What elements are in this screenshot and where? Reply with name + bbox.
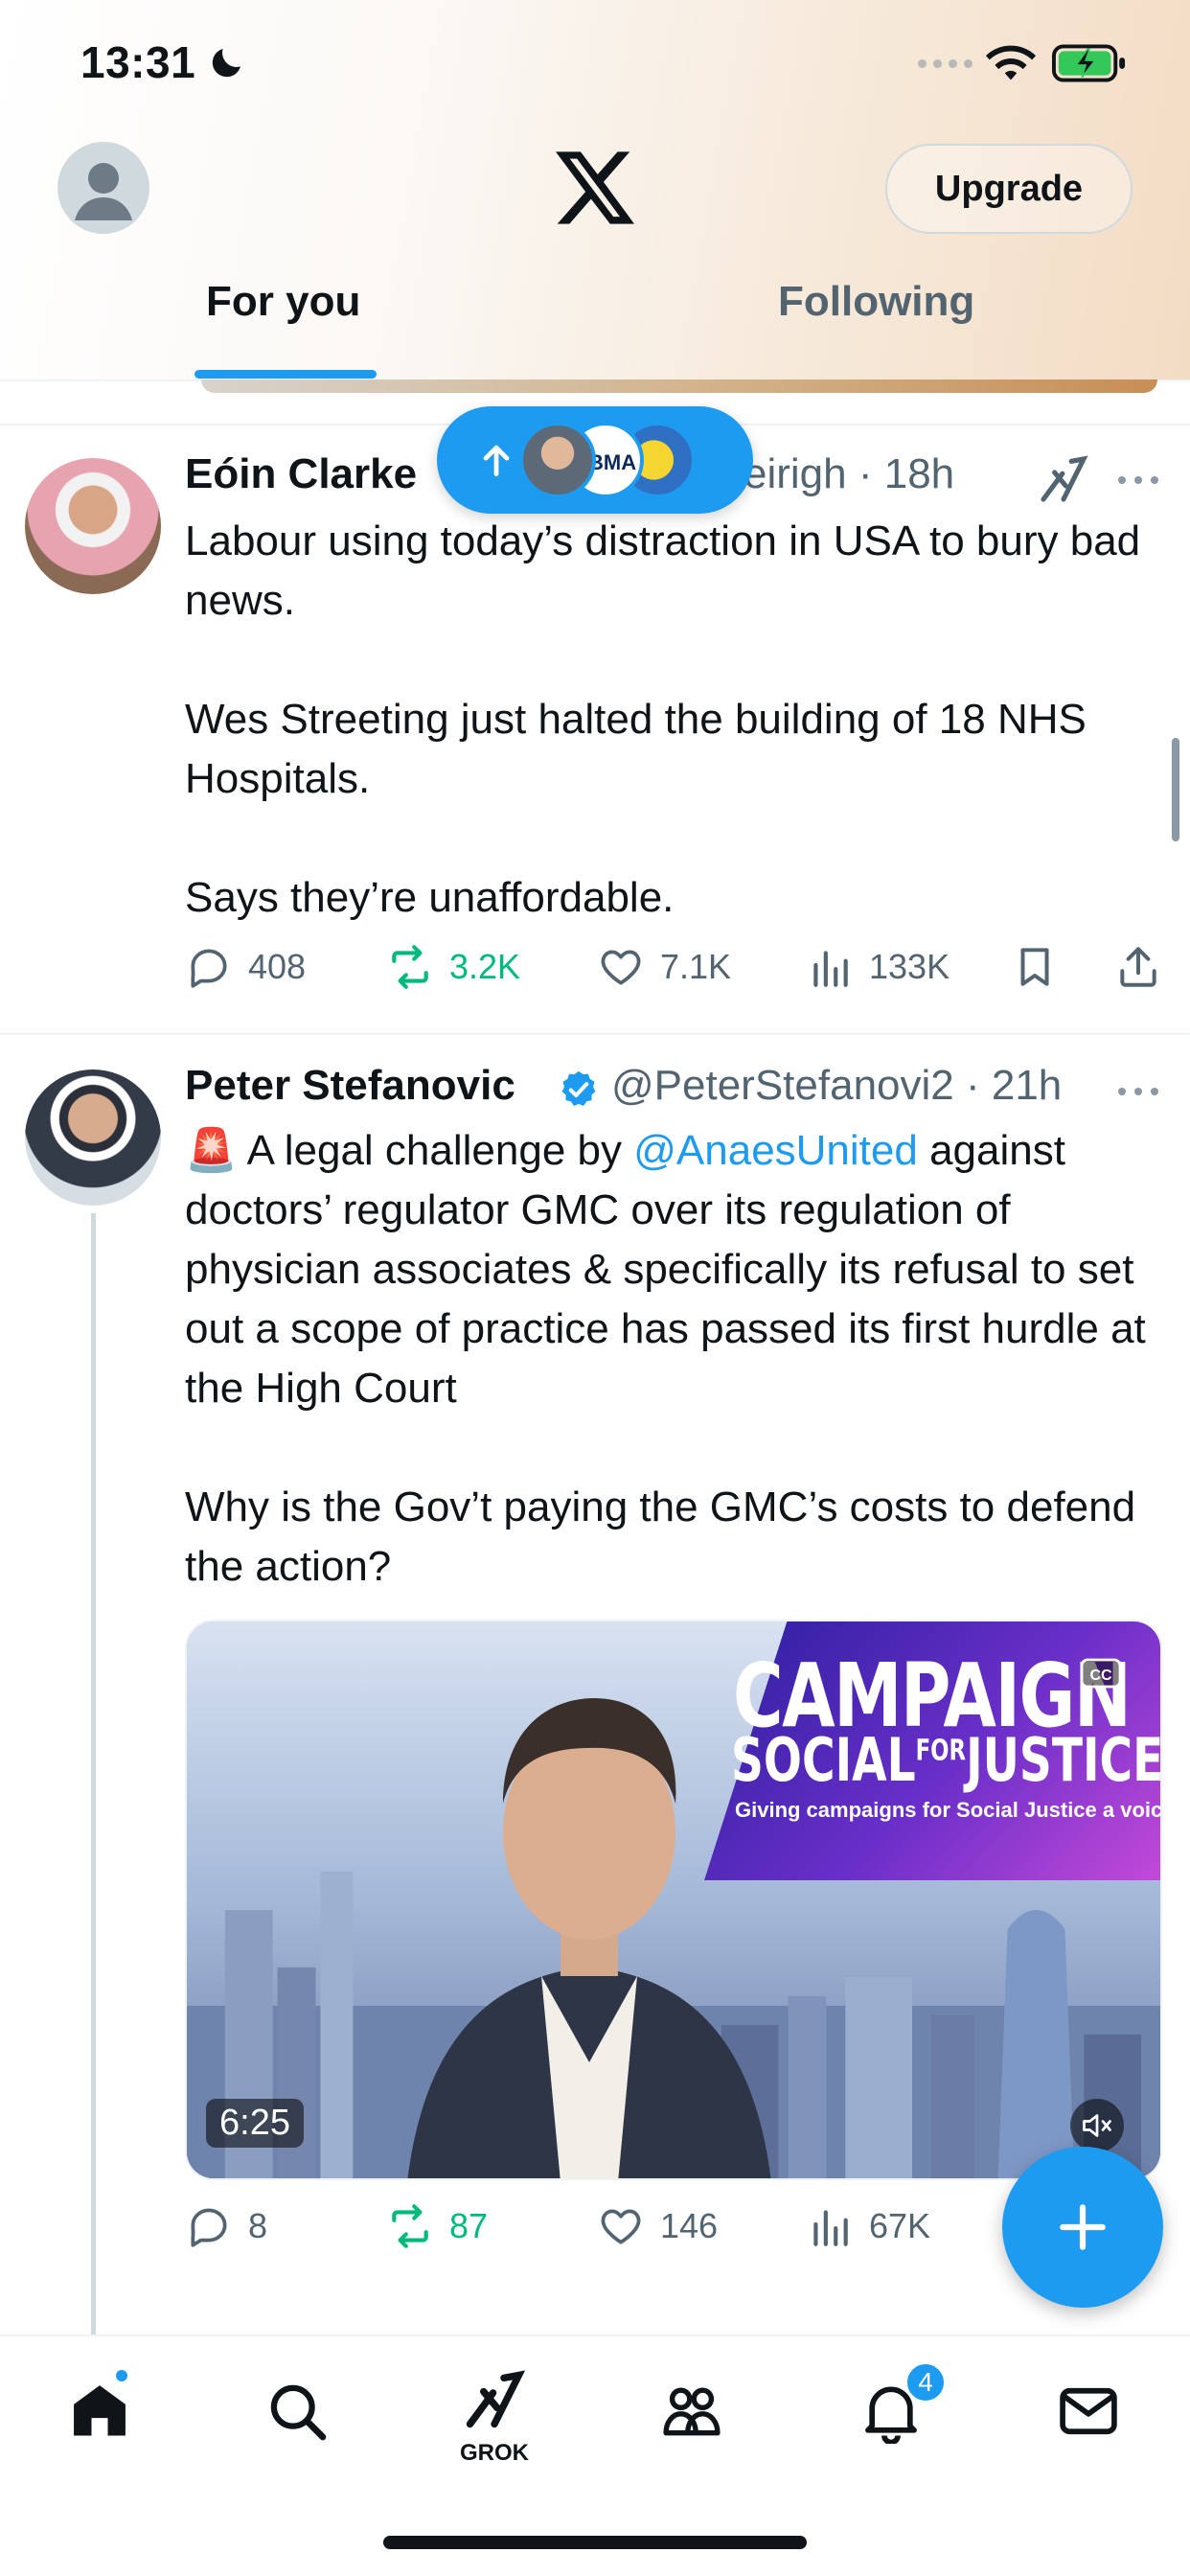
more-options-icon[interactable] [1115,473,1161,487]
video-duration: 6:25 [206,2099,304,2148]
post-text-line: Labour using today’s distraction in USA … [185,518,1141,624]
banner-word: JUSTICE [966,1725,1162,1795]
post-video[interactable]: CAMPAIGN SOCIALFORJUSTICE Giving campaig… [185,1620,1162,2180]
like-button[interactable]: 146 [597,2202,718,2250]
grok-icon [466,2370,526,2428]
repost-icon [392,945,428,989]
status-bar: 13:31 [0,0,1190,125]
pill-avatar [519,422,596,498]
post-avatar-eoin-clarke[interactable] [25,458,161,594]
repost-count: 3.2K [449,947,521,986]
home-unread-dot [113,2367,130,2384]
communities-icon [663,2387,721,2436]
banner-subtitle: SOCIALFORJUSTICE [731,1725,1162,1795]
reply-icon [191,2208,227,2247]
like-count: 7.1K [660,947,732,986]
reply-count: 408 [248,947,307,986]
post-text-line [185,809,1172,868]
search-icon [270,2384,327,2441]
nav-messages[interactable] [1050,2373,1127,2450]
default-avatar-icon [75,163,132,220]
thread-line [91,1213,96,2334]
tab-for-you[interactable]: For you [206,278,360,326]
verified-badge-icon [561,1070,596,1106]
reply-icon [191,949,227,988]
mute-button[interactable] [1070,2099,1124,2152]
post-avatar-peter-stefanovic[interactable] [25,1070,161,1206]
presenter-image [407,1698,771,2178]
tab-following[interactable]: Following [778,278,974,326]
bookmark-button[interactable] [1011,943,1059,991]
post-text: Labour using today’s distraction in USA … [185,512,1172,928]
status-time: 13:31 [80,37,196,87]
battery-charging-icon [1052,44,1126,82]
reply-button[interactable]: 8 [185,2202,267,2250]
moon-icon [212,49,240,78]
mention-link[interactable]: @AnaesUnited [633,1127,918,1174]
home-indicator [383,2536,807,2549]
heart-icon [601,2209,641,2244]
post-text-line: Wes Streeting just halted the building o… [185,696,1087,802]
closed-captions-icon[interactable]: CC [1078,1650,1124,1696]
reply-button[interactable]: 408 [185,943,306,991]
signal-icon [918,59,973,68]
post-meta: @PeterStefanovi2 · 21h [611,1062,1063,1109]
new-posts-pill[interactable]: BMA [437,406,753,514]
reply-count: 8 [248,2206,268,2245]
svg-text:CC: CC [1089,1668,1112,1684]
heart-icon [601,950,641,985]
nav-search[interactable] [259,2373,335,2450]
compose-post-button[interactable] [1002,2147,1163,2308]
scroll-indicator [1172,738,1179,841]
x-logo[interactable] [556,151,634,224]
share-icon [1120,947,1156,987]
plus-icon [1060,2204,1106,2250]
views-button[interactable]: 67K [806,2202,930,2250]
post-text: 🚨 A legal challenge by @AnaesUnited agai… [185,1121,1172,1597]
profile-avatar-button[interactable] [57,142,149,234]
post-meta: eirigh · 18h [744,450,955,497]
post-author-name[interactable]: Peter Stefanovic [185,1062,515,1110]
notification-badge: 4 [904,2361,947,2404]
nav-communities[interactable] [653,2373,730,2450]
wifi-icon [985,45,1037,80]
arrow-up-icon [483,445,510,477]
grok-icon[interactable] [1037,452,1090,506]
home-icon [74,2385,126,2436]
speaker-muted-icon [1083,2114,1111,2137]
previous-post-media-peek [201,380,1157,393]
like-count: 146 [660,2206,719,2245]
siren-emoji: 🚨 [185,1127,238,1174]
messages-icon [1060,2387,1117,2435]
grok-label: GROK [460,2440,529,2466]
more-options-icon[interactable] [1115,1085,1161,1098]
views-icon [813,2210,848,2246]
repost-icon [392,2204,428,2248]
views-button[interactable]: 133K [806,943,950,991]
views-count: 67K [869,2206,931,2245]
nav-home[interactable] [61,2373,138,2450]
post-actions: 408 3.2K 7.1K 133K [185,943,1172,1000]
post-text-segment: A legal challenge by [237,1127,634,1174]
banner-word: FOR [915,1734,967,1768]
post-text-line: Says they’re unaffordable. [185,874,675,921]
banner-tagline: Giving campaigns for Social Justice a vo… [735,1798,1162,1822]
repost-count: 87 [449,2206,489,2245]
repost-button[interactable]: 87 [386,2202,488,2250]
upgrade-button[interactable]: Upgrade [885,144,1133,234]
divider [0,1033,1190,1035]
views-count: 133K [869,947,950,986]
repost-button[interactable]: 3.2K [386,943,520,991]
nav-grok[interactable] [456,2361,533,2438]
post-text-line [185,631,1172,690]
post-author-name[interactable]: Eóin Clarke [185,450,417,498]
share-button[interactable] [1114,943,1162,991]
bookmark-icon [1020,948,1049,986]
like-button[interactable]: 7.1K [597,943,731,991]
post-text-line: Why is the Gov’t paying the GMC’s costs … [185,1484,1136,1590]
active-tab-indicator [195,370,377,379]
views-icon [813,951,848,987]
